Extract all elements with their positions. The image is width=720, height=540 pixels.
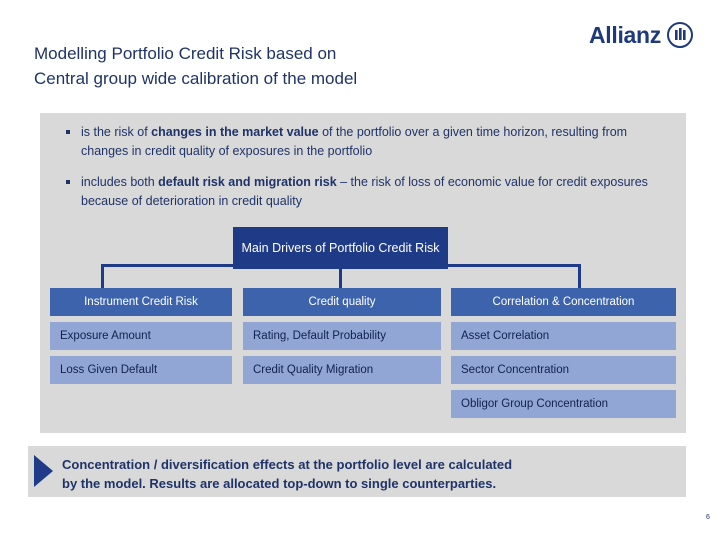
logo-wordmark: Allianz <box>588 21 661 48</box>
driver-item: Exposure Amount <box>50 322 232 350</box>
column-header: Correlation & Concentration <box>451 288 676 316</box>
connector-drop-right <box>578 264 581 288</box>
driver-item: Rating, Default Probability <box>243 322 441 350</box>
callout-line-1: Concentration / diversification effects … <box>62 457 513 472</box>
column-header: Credit quality <box>243 288 441 316</box>
page-title: Modelling Portfolio Credit Risk based on… <box>34 41 534 91</box>
callout-line-2: by the model. Results are allocated top-… <box>62 476 497 491</box>
summary-callout: Concentration / diversification effects … <box>28 446 686 497</box>
driver-column-instrument-credit-risk: Instrument Credit Risk Exposure Amount L… <box>50 288 232 390</box>
driver-item: Sector Concentration <box>451 356 676 384</box>
driver-item: Asset Correlation <box>451 322 676 350</box>
column-header: Instrument Credit Risk <box>50 288 232 316</box>
page-title-line-2: Central group wide calibration of the mo… <box>34 69 358 88</box>
connector-drop-left <box>101 264 104 288</box>
driver-column-credit-quality: Credit quality Rating, Default Probabili… <box>243 288 441 390</box>
diagram-header-box: Main Drivers of Portfolio Credit Risk <box>233 227 448 269</box>
callout-text: Concentration / diversification effects … <box>62 455 672 493</box>
allianz-bars-icon <box>667 22 693 48</box>
page-title-line-1: Modelling Portfolio Credit Risk based on <box>34 44 337 63</box>
driver-column-correlation-concentration: Correlation & Concentration Asset Correl… <box>451 288 676 424</box>
driver-item: Obligor Group Concentration <box>451 390 676 418</box>
connector-bar <box>101 264 581 267</box>
allianz-logo: Allianz <box>573 20 693 50</box>
driver-item: Credit Quality Migration <box>243 356 441 384</box>
content-panel: is the risk of changes in the market val… <box>40 113 686 433</box>
page-number: 6 <box>706 514 710 521</box>
triangle-right-icon <box>34 455 53 487</box>
driver-item: Loss Given Default <box>50 356 232 384</box>
main-drivers-diagram: Main Drivers of Portfolio Credit Risk In… <box>40 113 686 433</box>
